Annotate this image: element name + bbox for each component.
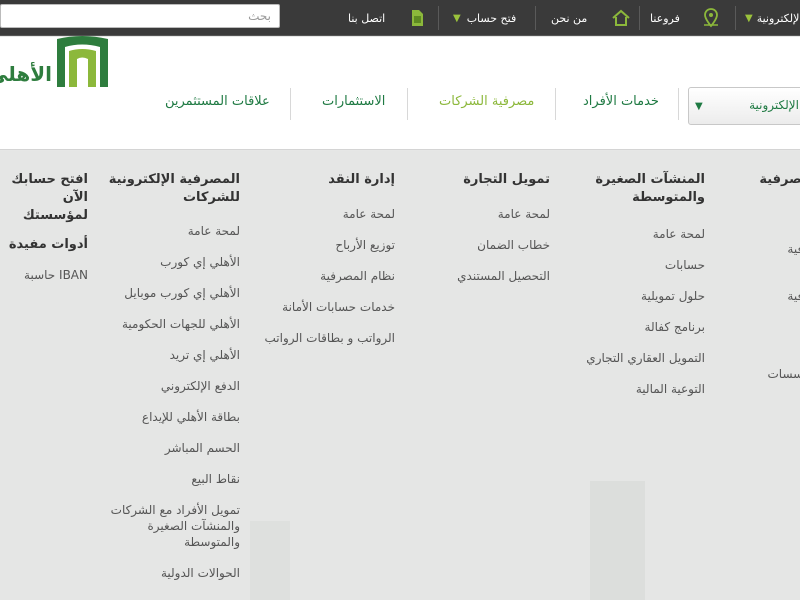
menu-item[interactable]: خدمات حسابات الأمانة xyxy=(255,299,395,315)
menu-item[interactable]: الأهلي إي كورب xyxy=(95,254,240,270)
menu-column-corporate-ebanking: المصرفية الإلكترونية للشركات لمحة عامة ا… xyxy=(95,171,240,581)
menu-item[interactable]: نظام المصرفية xyxy=(255,268,395,284)
menu-item[interactable]: صرفية xyxy=(738,241,800,257)
search-input[interactable] xyxy=(0,4,280,28)
ebanking-label: الإلكترونية xyxy=(756,11,800,25)
menu-item[interactable]: لمؤسسات xyxy=(738,366,800,382)
nav-personal-services[interactable]: خدمات الأفراد xyxy=(583,94,659,109)
menu-column-cash-management: إدارة النقد لمحة عامة توزيع الأرباح نظام… xyxy=(255,171,396,346)
menu-item[interactable]: ندينا xyxy=(738,335,800,351)
menu-item[interactable]: الأهلي إي كورب موبايل xyxy=(95,285,240,301)
menu-item[interactable]: لمحة عامة xyxy=(95,223,240,239)
menu-item[interactable]: حلول تمويلية xyxy=(565,288,705,304)
dropdown-triangle-icon: ▼ xyxy=(453,12,461,24)
iban-calculator-link[interactable]: IBAN حاسبة xyxy=(0,267,88,283)
menu-column-title[interactable]: المصرفية الإلكترونية للشركات xyxy=(95,171,240,207)
open-account-label: فتح حساب xyxy=(466,11,517,25)
about-link[interactable]: من نحن xyxy=(551,0,587,36)
menu-item[interactable]: ية xyxy=(738,210,800,226)
useful-tools-heading: أدوات مفيدة xyxy=(8,237,88,252)
nav-investor-relations[interactable]: علاقات المستثمرين xyxy=(165,94,270,109)
dropdown-triangle-icon: ▼ xyxy=(745,12,753,24)
menu-item[interactable]: خطاب الضمان xyxy=(425,237,550,253)
contact-label: اتصل بنا xyxy=(348,11,386,25)
branches-label: فروعنا xyxy=(650,11,680,25)
sim-card-icon[interactable] xyxy=(409,0,425,36)
menu-column-sme: المنشآت الصغيرة والمتوسطة لمحة عامة حساب… xyxy=(565,171,705,397)
open-account-heading[interactable]: افتح حسابك الآن لمؤسستك xyxy=(0,171,88,225)
open-account-dropdown[interactable]: ▼ فتح حساب xyxy=(453,0,516,36)
menu-column-title[interactable]: المنشآت الصغيرة والمتوسطة xyxy=(565,171,705,207)
menu-item[interactable]: لمحة عامة xyxy=(425,206,550,222)
branches-link[interactable]: فروعنا xyxy=(650,0,680,36)
menu-item[interactable]: الرواتب و بطاقات الرواتب xyxy=(255,330,396,346)
menu-column-title[interactable]: إدارة النقد xyxy=(255,171,395,189)
ebanking-dropdown[interactable]: ▼ الإلكترونية xyxy=(745,0,800,36)
mega-menu: المصرفية ية صرفية صرفية ندينا لمؤسسات ال… xyxy=(0,151,800,600)
main-navigation xyxy=(0,37,800,150)
menu-item[interactable]: لمحة عامة xyxy=(565,226,705,242)
menu-item[interactable]: بطاقة الأهلي للإيداع xyxy=(95,409,240,425)
about-label: من نحن xyxy=(551,11,588,25)
ebanking-select-label: الإلكترونية xyxy=(749,98,799,112)
nav-investments[interactable]: الاستثمارات xyxy=(322,94,385,109)
menu-item[interactable]: نقاط البيع xyxy=(95,471,240,487)
menu-column-title[interactable]: تمويل التجارة xyxy=(425,171,550,189)
ebanking-select[interactable]: ▼ الإلكترونية xyxy=(688,87,800,125)
menu-column-retail: المصرفية ية صرفية صرفية ندينا لمؤسسات xyxy=(738,171,800,382)
menu-item[interactable]: التمويل العقاري التجاري xyxy=(565,350,705,366)
menu-item[interactable]: الحوالات الدولية xyxy=(95,565,240,581)
menu-item[interactable]: لمحة عامة xyxy=(255,206,395,222)
menu-item[interactable]: الأهلي إي تريد xyxy=(95,347,240,363)
menu-column-trade-finance: تمويل التجارة لمحة عامة خطاب الضمان التح… xyxy=(425,171,550,284)
menu-item[interactable]: تمويل الأفراد مع الشركات والمنشآت الصغير… xyxy=(95,502,240,550)
nav-corporate-banking[interactable]: مصرفية الشركات xyxy=(439,94,534,109)
top-bar: اتصل بنا ▼ فتح حساب من نحن فروعنا ▼ الإل… xyxy=(0,0,800,36)
menu-item[interactable]: صرفية xyxy=(738,288,800,304)
menu-column-open-account: افتح حسابك الآن لمؤسستك أدوات مفيدة IBAN… xyxy=(0,171,88,283)
menu-item[interactable]: الأهلي للجهات الحكومية xyxy=(95,316,240,332)
contact-link[interactable]: اتصل بنا xyxy=(348,0,385,36)
menu-item[interactable]: الحسم المباشر xyxy=(95,440,240,456)
dropdown-triangle-icon: ▼ xyxy=(695,100,703,112)
menu-column-title[interactable]: المصرفية xyxy=(738,171,800,189)
menu-item[interactable]: حسابات xyxy=(565,257,705,273)
location-pin-icon[interactable] xyxy=(702,0,720,36)
menu-item[interactable]: توزيع الأرباح xyxy=(255,237,395,253)
bank-logo-text: الأهلي xyxy=(0,62,52,86)
menu-item[interactable]: برنامج كفالة xyxy=(565,319,705,335)
menu-item[interactable]: التحصيل المستندي xyxy=(425,268,550,284)
menu-item[interactable]: الدفع الإلكتروني xyxy=(95,378,240,394)
home-icon[interactable] xyxy=(611,0,631,36)
menu-item[interactable]: التوعية المالية xyxy=(565,381,705,397)
